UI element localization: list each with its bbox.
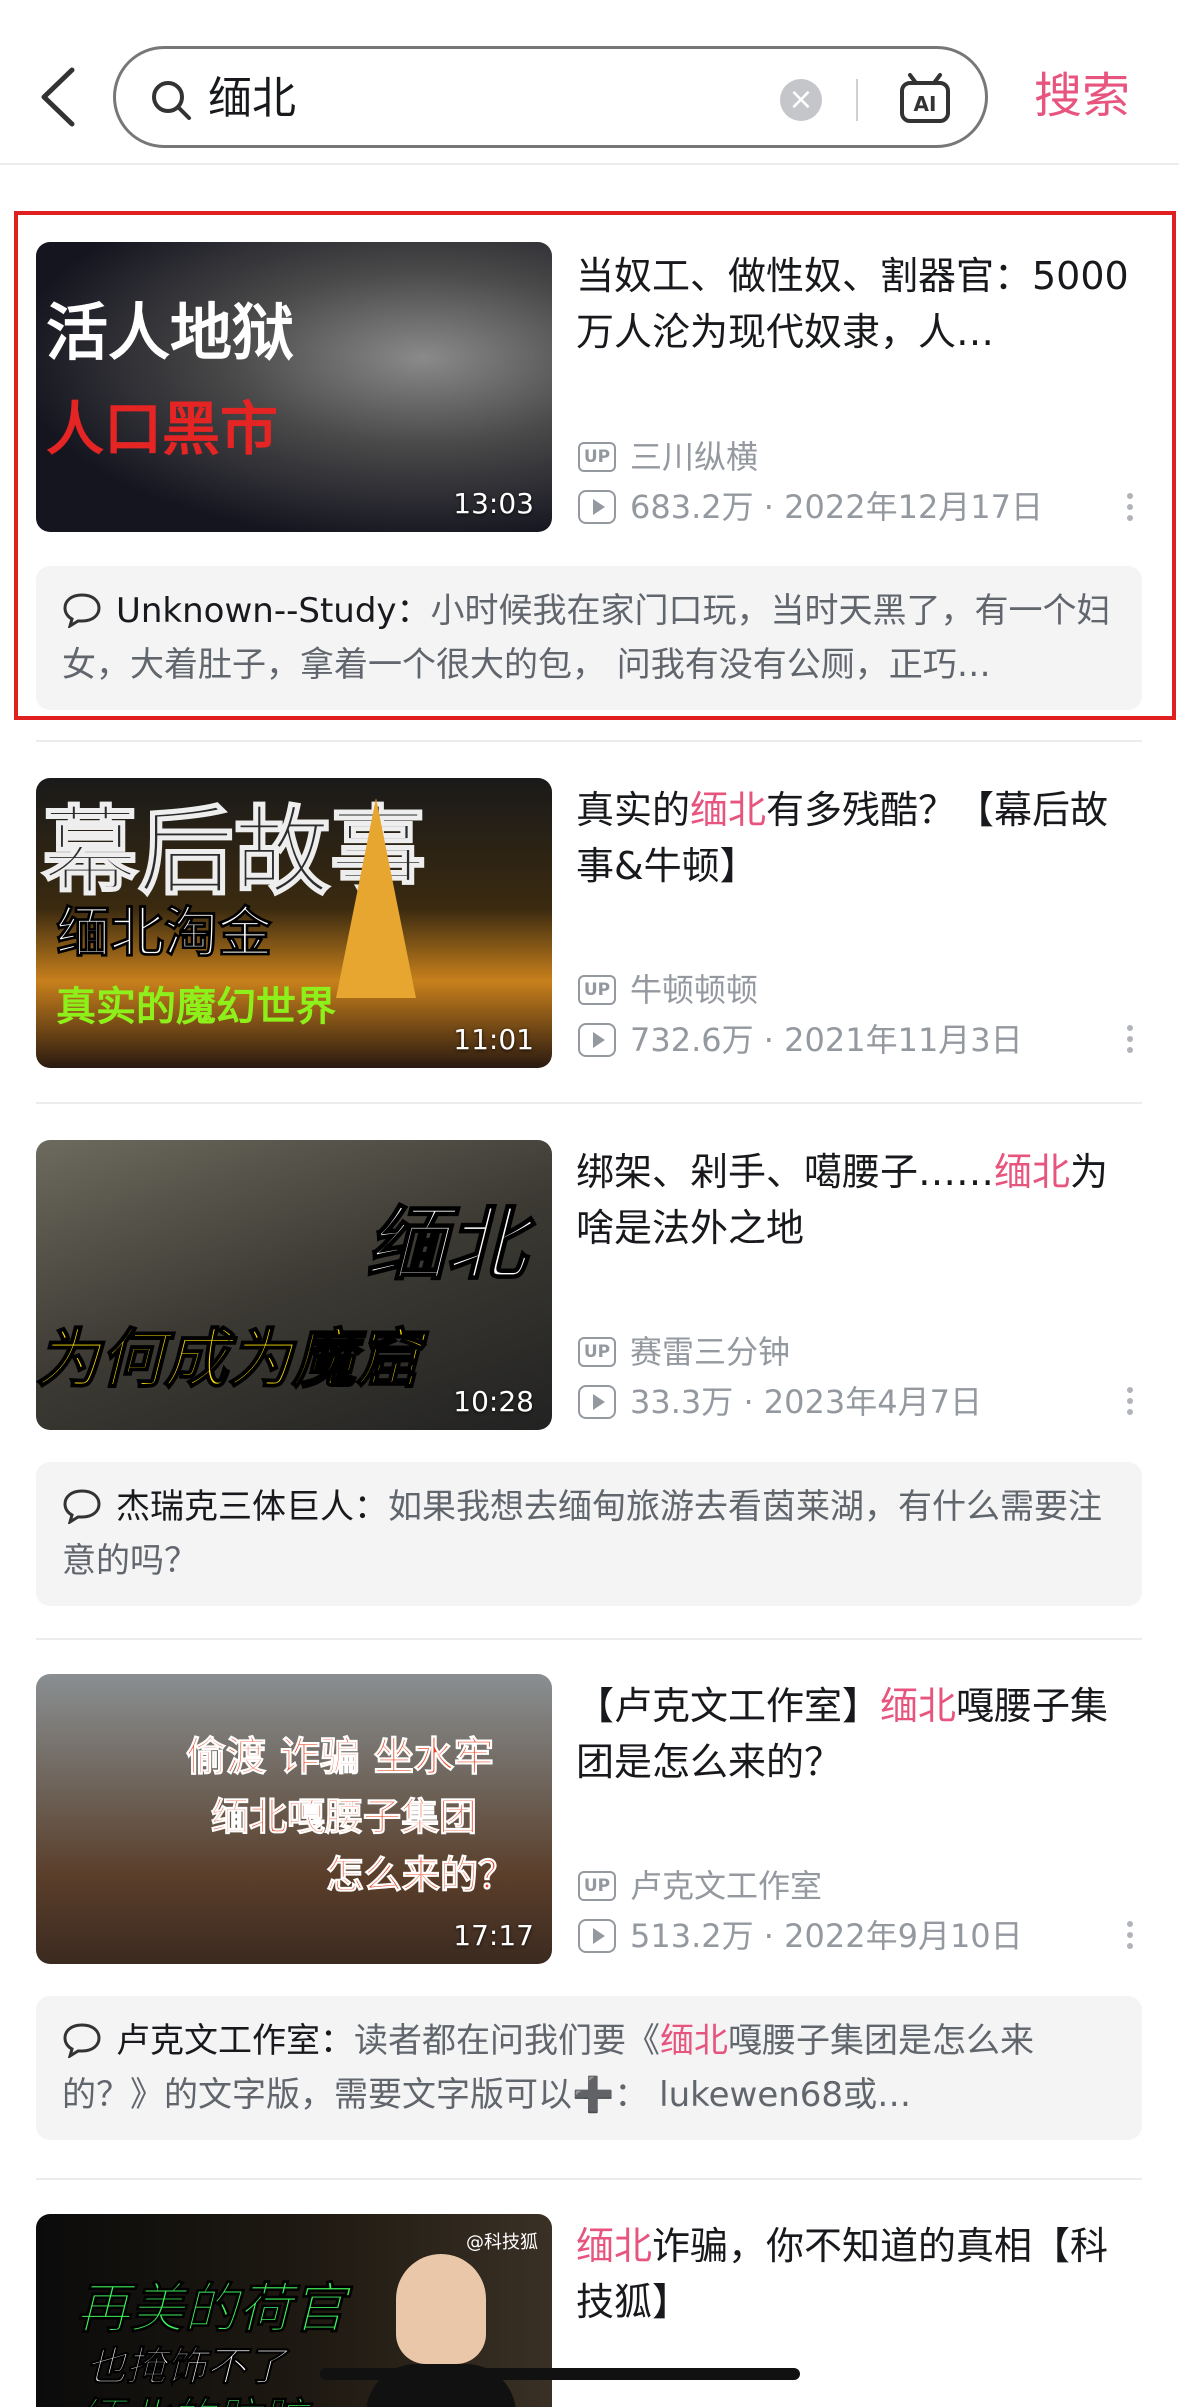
- thumb-watermark: @科技狐: [466, 2232, 538, 2253]
- search-header: 缅北 × AI 搜索: [0, 0, 1179, 165]
- search-divider: [856, 79, 858, 121]
- divider: [36, 2178, 1142, 2180]
- video-title[interactable]: 绑架、剁手、噶腰子……缅北为啥是法外之地: [576, 1144, 1136, 1256]
- play-icon: [578, 1023, 616, 1057]
- up-icon: UP: [578, 1337, 616, 1367]
- top-comment[interactable]: 杰瑞克三体巨人：如果我想去缅甸旅游去看茵莱湖，有什么需要注意的吗？: [36, 1462, 1142, 1606]
- video-duration: 11:01: [453, 1023, 534, 1056]
- search-query[interactable]: 缅北: [208, 71, 296, 127]
- divider: [36, 1638, 1142, 1640]
- up-icon: UP: [578, 1871, 616, 1901]
- thumb-caption: 缅北淘金: [56, 901, 273, 965]
- comment-icon: [63, 1489, 101, 1524]
- video-stats: 33.3万 · 2023年4月7日: [578, 1380, 982, 1424]
- ai-label: AI: [914, 92, 937, 116]
- video-stats: 513.2万 · 2022年9月10日: [578, 1914, 1023, 1958]
- video-author[interactable]: UP 卢克文工作室: [578, 1864, 822, 1908]
- video-author[interactable]: UP 赛雷三分钟: [578, 1330, 790, 1374]
- more-icon[interactable]: [1120, 1022, 1140, 1062]
- video-duration: 10:28: [453, 1385, 534, 1418]
- video-duration: 17:17: [453, 1919, 534, 1952]
- up-icon: UP: [578, 975, 616, 1005]
- video-author[interactable]: UP 牛顿顿顿: [578, 968, 758, 1012]
- home-indicator: [320, 2368, 800, 2380]
- video-thumbnail[interactable]: 幕后故事 缅北淘金 真实的魔幻世界 11:01: [36, 778, 552, 1068]
- comment-user: 杰瑞克三体巨人: [116, 1487, 354, 1527]
- video-thumbnail[interactable]: 缅北 为何成为魔窟 10:28: [36, 1140, 552, 1430]
- video-stats: 732.6万 · 2021年11月3日: [578, 1018, 1023, 1062]
- video-title[interactable]: 缅北诈骗，你不知道的真相【科技狐】: [576, 2218, 1136, 2330]
- clear-icon[interactable]: ×: [780, 79, 822, 121]
- thumb-caption: 缅北的肮脏: [76, 2384, 307, 2407]
- search-input[interactable]: 缅北 × AI: [113, 46, 988, 148]
- ai-icon[interactable]: AI: [896, 71, 954, 127]
- search-icon: [152, 81, 191, 120]
- video-title[interactable]: 【卢克文工作室】缅北嘎腰子集团是怎么来的？: [576, 1678, 1136, 1790]
- more-icon[interactable]: [1120, 1384, 1140, 1424]
- divider: [36, 740, 1142, 742]
- thumb-caption: 再美的荷官: [76, 2277, 347, 2341]
- thumb-caption: 真实的魔幻世界: [56, 984, 336, 1030]
- presenter-figure: [396, 2254, 486, 2364]
- thumb-caption: 为何成为魔窟: [36, 1322, 421, 1398]
- comment-icon: [63, 2023, 101, 2058]
- thumb-caption: 缅北嘎腰子集团: [210, 1795, 478, 1840]
- video-title[interactable]: 真实的缅北有多残酷？【幕后故事&牛顿】: [576, 782, 1136, 894]
- divider: [36, 1102, 1142, 1104]
- highlight-box: [14, 211, 1176, 720]
- back-arrow-icon[interactable]: [30, 62, 90, 132]
- top-comment[interactable]: 卢克文工作室：读者都在问我们要《缅北嘎腰子集团是怎么来的？》的文字版，需要文字版…: [36, 1996, 1142, 2140]
- more-icon[interactable]: [1120, 1918, 1140, 1958]
- thumb-caption: 缅北: [365, 1197, 527, 1292]
- play-icon: [578, 1385, 616, 1419]
- play-icon: [578, 1919, 616, 1953]
- comment-user: 卢克文工作室: [116, 2021, 320, 2061]
- search-submit-button[interactable]: 搜索: [1034, 66, 1130, 126]
- thumb-caption: 偷渡 诈骗 坐水牢: [186, 1734, 495, 1781]
- thumb-caption: 怎么来的？: [325, 1853, 517, 1898]
- pagoda-shape: [336, 798, 416, 998]
- video-thumbnail[interactable]: 偷渡 诈骗 坐水牢 缅北嘎腰子集团 怎么来的？ 17:17: [36, 1674, 552, 1964]
